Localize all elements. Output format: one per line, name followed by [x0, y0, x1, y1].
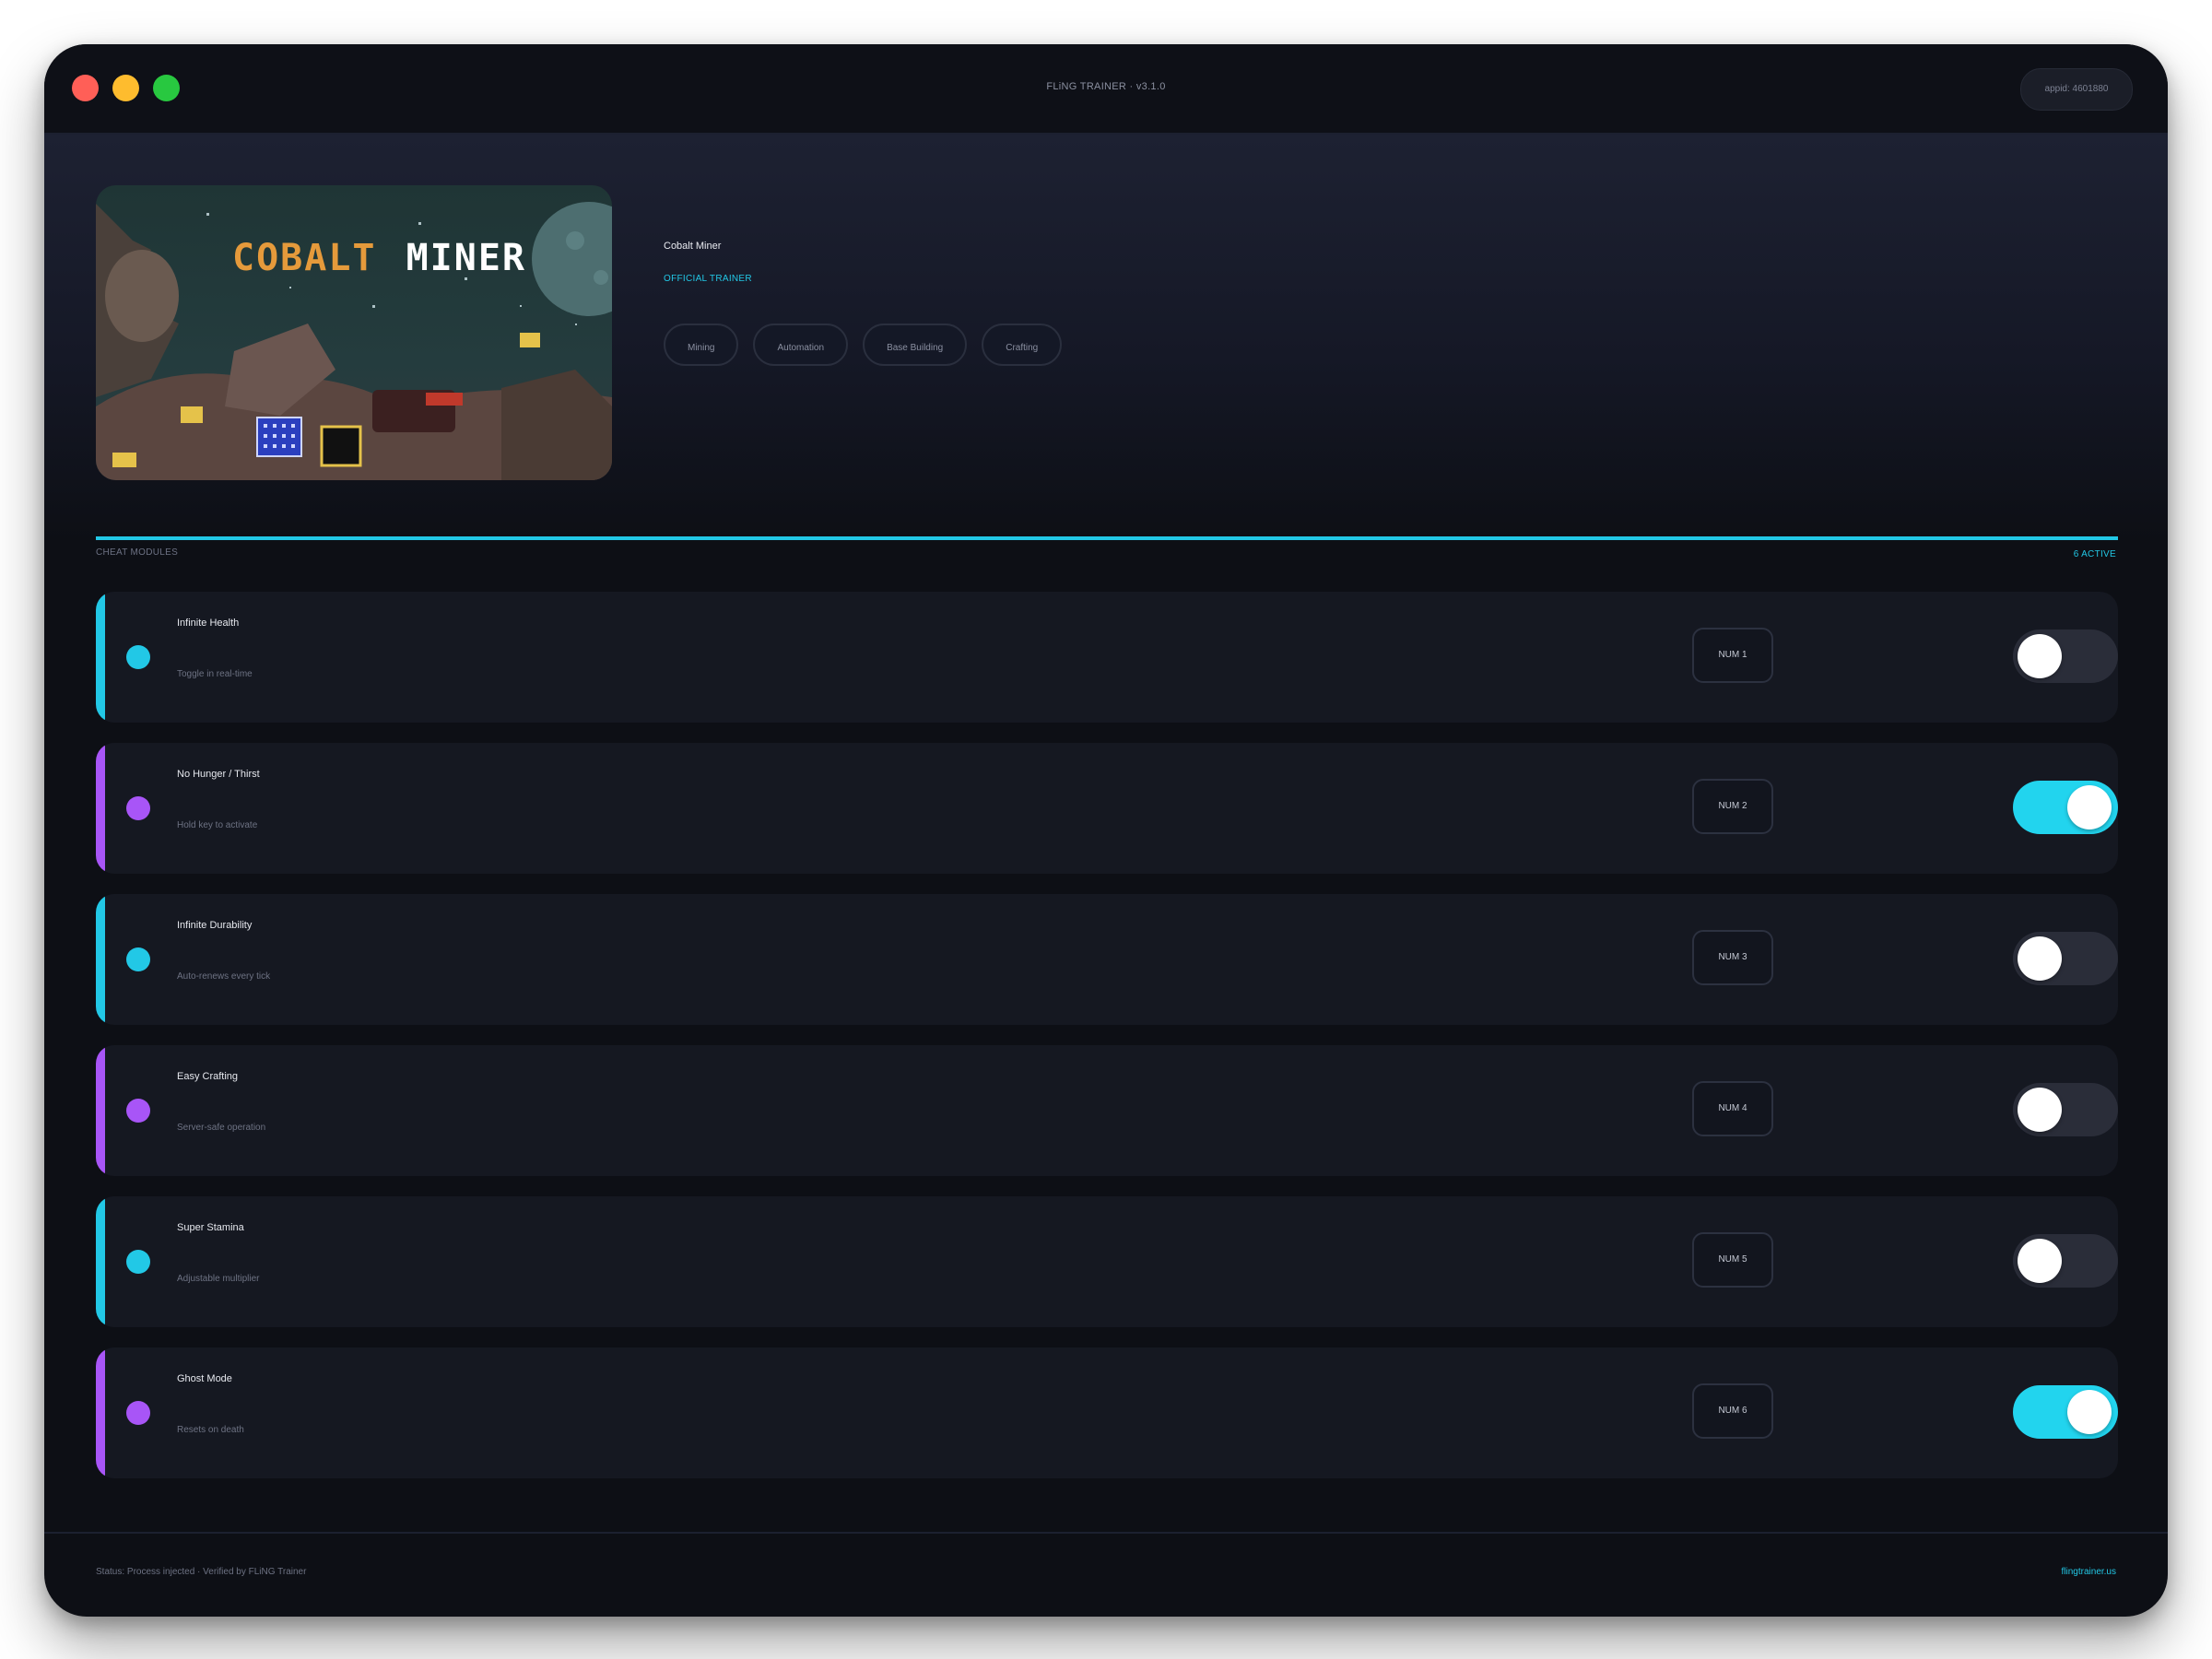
cheat-name: Ghost Mode [177, 1373, 232, 1384]
section-label: CHEAT MODULES [96, 547, 179, 558]
cheat-name: Super Stamina [177, 1222, 244, 1233]
cheat-accent-bar [96, 1045, 105, 1176]
tag-base-building[interactable]: Base Building [863, 324, 968, 366]
cheat-status-dot [126, 1401, 150, 1425]
active-count: 6 ACTIVE [2073, 549, 2116, 559]
cheat-toggle[interactable] [2013, 629, 2118, 683]
hotkey-button[interactable]: NUM 4 [1692, 1081, 1773, 1136]
cheat-toggle[interactable] [2013, 1385, 2118, 1439]
cheat-card: No Hunger / Thirst Hold key to activate … [96, 743, 2118, 874]
cheat-accent-bar [96, 894, 105, 1025]
toggle-knob [2067, 785, 2112, 830]
game-header: COBALT MINER Cobalt Miner OFFICIAL TRAIN… [44, 135, 2168, 540]
cheat-status-dot [126, 1099, 150, 1123]
section-divider [96, 536, 2118, 540]
game-cover-art: COBALT MINER [96, 185, 612, 480]
tag-automation[interactable]: Automation [753, 324, 849, 366]
cheat-status-dot [126, 645, 150, 669]
window-title: FLiNG TRAINER · v3.1.0 [1046, 81, 1166, 92]
cover-title-miner: MINER [406, 237, 527, 279]
cheat-toggle[interactable] [2013, 932, 2118, 985]
cheat-status-dot [126, 1250, 150, 1274]
toggle-knob [2018, 1088, 2062, 1132]
cheat-description: Resets on death [177, 1425, 244, 1435]
cover-title-cobalt: COBALT [232, 237, 377, 279]
cheat-card: Easy Crafting Server-safe operation NUM … [96, 1045, 2118, 1176]
toggle-knob [2018, 1239, 2062, 1283]
cheat-accent-bar [96, 743, 105, 874]
toggle-knob [2018, 936, 2062, 981]
hotkey-button[interactable]: NUM 6 [1692, 1383, 1773, 1439]
footer-divider [44, 1532, 2168, 1534]
cheat-toggle[interactable] [2013, 1234, 2118, 1288]
hotkey-button[interactable]: NUM 5 [1692, 1232, 1773, 1288]
game-tags: Mining Automation Base Building Crafting [664, 324, 1063, 366]
appid-badge: appid: 4601880 [2020, 68, 2133, 111]
cheat-name: Easy Crafting [177, 1071, 239, 1082]
toggle-knob [2018, 634, 2062, 678]
cheat-card: Infinite Durability Auto-renews every ti… [96, 894, 2118, 1025]
game-title: Cobalt Miner [664, 241, 722, 252]
cheat-status-dot [126, 947, 150, 971]
cheat-name: Infinite Health [177, 618, 240, 629]
cheat-card: Super Stamina Adjustable multiplier NUM … [96, 1196, 2118, 1327]
status-text: Status: Process injected · Verified by F… [96, 1567, 307, 1577]
cheat-description: Toggle in real-time [177, 669, 253, 679]
title-bar: FLiNG TRAINER · v3.1.0 appid: 4601880 [44, 44, 2168, 135]
cheat-name: No Hunger / Thirst [177, 769, 260, 780]
tag-crafting[interactable]: Crafting [982, 324, 1063, 366]
cheat-description: Hold key to activate [177, 820, 258, 830]
toggle-knob [2067, 1390, 2112, 1434]
cheat-accent-bar [96, 592, 105, 723]
cheat-name: Infinite Durability [177, 920, 253, 931]
cheat-toggle[interactable] [2013, 781, 2118, 834]
hotkey-button[interactable]: NUM 3 [1692, 930, 1773, 985]
cheat-card: Infinite Health Toggle in real-time NUM … [96, 592, 2118, 723]
cheat-card: Ghost Mode Resets on death NUM 6 [96, 1347, 2118, 1478]
cheat-description: Server-safe operation [177, 1123, 266, 1133]
cheat-accent-bar [96, 1347, 105, 1478]
hotkey-button[interactable]: NUM 1 [1692, 628, 1773, 683]
hotkey-button[interactable]: NUM 2 [1692, 779, 1773, 834]
website-link[interactable]: flingtrainer.us [2062, 1567, 2116, 1577]
official-trainer-label: OFFICIAL TRAINER [664, 274, 752, 284]
tag-mining[interactable]: Mining [664, 324, 739, 366]
cheat-description: Adjustable multiplier [177, 1274, 260, 1284]
cheat-description: Auto-renews every tick [177, 971, 271, 982]
trainer-window: FLiNG TRAINER · v3.1.0 appid: 4601880 CO… [44, 44, 2168, 1617]
cheat-accent-bar [96, 1196, 105, 1327]
cheat-status-dot [126, 796, 150, 820]
cheat-toggle[interactable] [2013, 1083, 2118, 1136]
